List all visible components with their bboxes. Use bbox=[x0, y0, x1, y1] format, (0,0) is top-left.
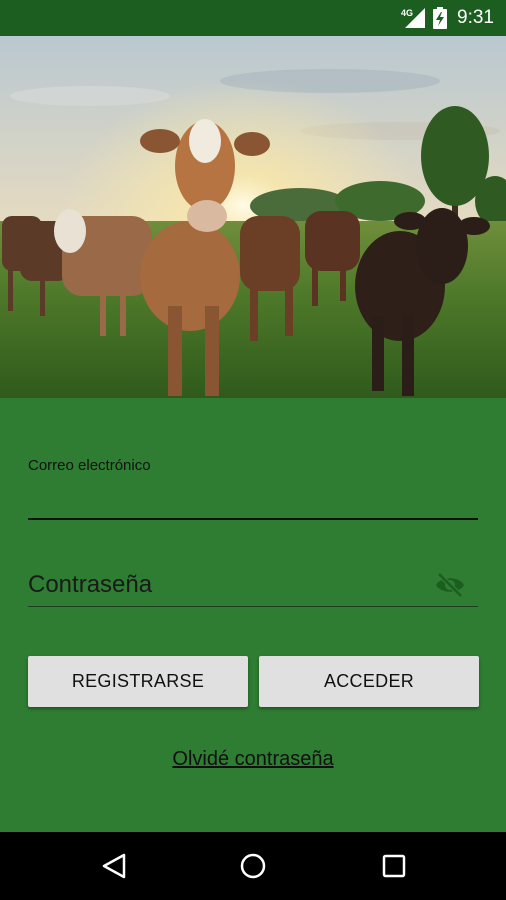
login-form: Correo electrónico REGISTRARSE ACCEDER O… bbox=[0, 398, 506, 832]
status-icons: 4G 9:31 bbox=[401, 0, 494, 36]
password-field[interactable] bbox=[28, 563, 478, 607]
status-bar: 4G 9:31 bbox=[0, 0, 506, 36]
hero-image bbox=[0, 36, 506, 398]
back-button[interactable] bbox=[98, 850, 130, 882]
back-icon bbox=[102, 853, 126, 879]
signal-icon: 4G bbox=[401, 8, 426, 28]
password-visibility-toggle[interactable] bbox=[432, 570, 468, 600]
status-time: 9:31 bbox=[457, 7, 494, 28]
login-button[interactable]: ACCEDER bbox=[259, 656, 479, 707]
home-button[interactable] bbox=[237, 850, 269, 882]
email-label: Correo electrónico bbox=[28, 457, 151, 474]
email-field[interactable] bbox=[28, 478, 478, 520]
register-button[interactable]: REGISTRARSE bbox=[28, 656, 248, 707]
recents-button[interactable] bbox=[378, 850, 410, 882]
battery-charging-icon bbox=[433, 7, 448, 29]
recents-icon bbox=[382, 854, 406, 878]
eye-off-icon bbox=[436, 572, 464, 598]
forgot-password-link[interactable]: Olvidé contraseña bbox=[0, 748, 506, 771]
cows-pasture-illustration bbox=[0, 36, 506, 398]
navigation-bar bbox=[0, 832, 506, 900]
network-type-label: 4G bbox=[401, 8, 413, 18]
home-icon bbox=[240, 853, 266, 879]
